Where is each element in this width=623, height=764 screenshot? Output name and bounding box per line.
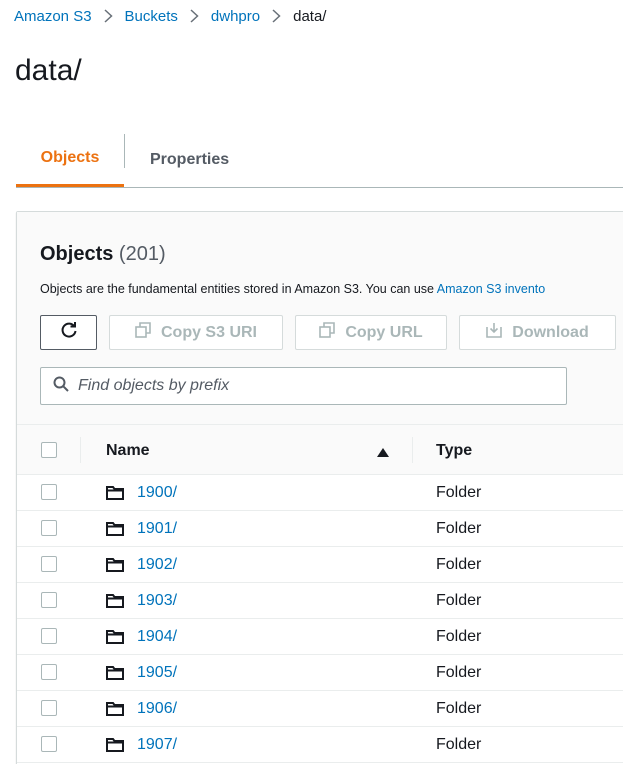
object-type: Folder <box>436 628 482 645</box>
breadcrumb-buckets[interactable]: Buckets <box>125 8 178 25</box>
tab-bar: Objects Properties <box>16 132 623 188</box>
row-checkbox[interactable] <box>41 592 57 608</box>
objects-panel: Objects (201) Objects are the fundamenta… <box>16 211 623 764</box>
copy-s3-uri-button[interactable]: Copy S3 URI <box>109 315 283 350</box>
breadcrumb: Amazon S3 Buckets dwhpro data/ <box>14 5 326 27</box>
objects-description: Objects are the fundamental entities sto… <box>40 282 545 296</box>
object-type: Folder <box>436 736 482 753</box>
object-name-link[interactable]: 1906/ <box>137 700 177 718</box>
sort-ascending-icon[interactable] <box>377 445 389 463</box>
folder-icon <box>106 593 124 613</box>
object-name-link[interactable]: 1902/ <box>137 556 177 574</box>
folder-icon <box>106 665 124 685</box>
breadcrumb-dwhpro[interactable]: dwhpro <box>211 8 260 25</box>
table-row[interactable]: 1900/Folder <box>17 475 623 511</box>
copy-icon <box>135 322 161 343</box>
folder-icon <box>106 485 124 505</box>
row-checkbox[interactable] <box>41 628 57 644</box>
select-all-checkbox[interactable] <box>41 442 57 458</box>
chevron-right-icon <box>104 9 113 23</box>
row-checkbox[interactable] <box>41 556 57 572</box>
folder-icon <box>106 701 124 721</box>
column-header-type[interactable]: Type <box>436 442 472 460</box>
table-row[interactable]: 1906/Folder <box>17 691 623 727</box>
page-title: data/ <box>15 54 82 87</box>
refresh-button[interactable] <box>40 315 97 350</box>
table-row[interactable]: 1905/Folder <box>17 655 623 691</box>
objects-count: (201) <box>118 243 166 265</box>
object-type: Folder <box>436 484 482 501</box>
copy-s3-uri-label: Copy S3 URI <box>160 323 257 341</box>
object-type: Folder <box>436 592 482 609</box>
row-checkbox[interactable] <box>41 700 57 716</box>
object-name-link[interactable]: 1903/ <box>137 592 177 610</box>
object-name-link[interactable]: 1904/ <box>137 628 177 646</box>
chevron-right-icon <box>272 9 281 23</box>
column-header-name[interactable]: Name <box>106 442 150 460</box>
copy-icon <box>319 322 345 343</box>
object-type: Folder <box>436 556 482 573</box>
object-name-link[interactable]: 1905/ <box>137 664 177 682</box>
object-type: Folder <box>436 700 482 717</box>
row-checkbox[interactable] <box>41 520 57 536</box>
breadcrumb-amazon-s3[interactable]: Amazon S3 <box>14 8 92 25</box>
object-name-link[interactable]: 1907/ <box>137 736 177 754</box>
table-row[interactable]: 1903/Folder <box>17 583 623 619</box>
table-row[interactable]: 1902/Folder <box>17 547 623 583</box>
search-input[interactable] <box>78 377 538 395</box>
table-row[interactable]: 1907/Folder <box>17 727 623 763</box>
table-body: 1900/Folder 1901/Folder 1902/Folder 1903/Fo… <box>17 475 623 763</box>
search-box <box>40 367 567 405</box>
row-checkbox[interactable] <box>41 664 57 680</box>
table-row[interactable]: 1904/Folder <box>17 619 623 655</box>
object-type: Folder <box>436 520 482 537</box>
tab-divider <box>124 134 125 168</box>
folder-icon <box>106 557 124 577</box>
object-name-link[interactable]: 1900/ <box>137 484 177 502</box>
folder-icon <box>106 737 124 757</box>
copy-url-button[interactable]: Copy URL <box>295 315 447 350</box>
object-name-link[interactable]: 1901/ <box>137 520 177 538</box>
description-text: Objects are the fundamental entities sto… <box>40 282 437 296</box>
copy-url-label: Copy URL <box>345 323 423 341</box>
objects-title: Objects <box>40 243 114 265</box>
objects-section-title: Objects (201) <box>40 243 166 266</box>
refresh-icon <box>59 320 79 345</box>
download-button[interactable]: Download <box>459 315 616 350</box>
download-icon <box>486 322 512 343</box>
table-row[interactable]: 1901/Folder <box>17 511 623 547</box>
table-header: Name Type <box>17 424 623 475</box>
download-label: Download <box>512 323 589 341</box>
folder-icon <box>106 629 124 649</box>
row-checkbox[interactable] <box>41 484 57 500</box>
objects-table: Name Type 1900/Folder 1901/Folder 1902/Fol… <box>17 424 623 763</box>
column-divider <box>412 437 413 463</box>
tab-properties[interactable]: Properties <box>150 132 229 187</box>
folder-icon <box>106 521 124 541</box>
inventory-link[interactable]: Amazon S3 invento <box>437 282 545 296</box>
search-icon <box>41 376 78 397</box>
objects-panel-header: Objects (201) Objects are the fundamenta… <box>17 212 623 424</box>
chevron-right-icon <box>190 9 199 23</box>
row-checkbox[interactable] <box>41 736 57 752</box>
object-type: Folder <box>436 664 482 681</box>
column-divider <box>80 437 81 463</box>
breadcrumb-current: data/ <box>293 7 327 25</box>
tab-objects[interactable]: Objects <box>16 132 124 187</box>
